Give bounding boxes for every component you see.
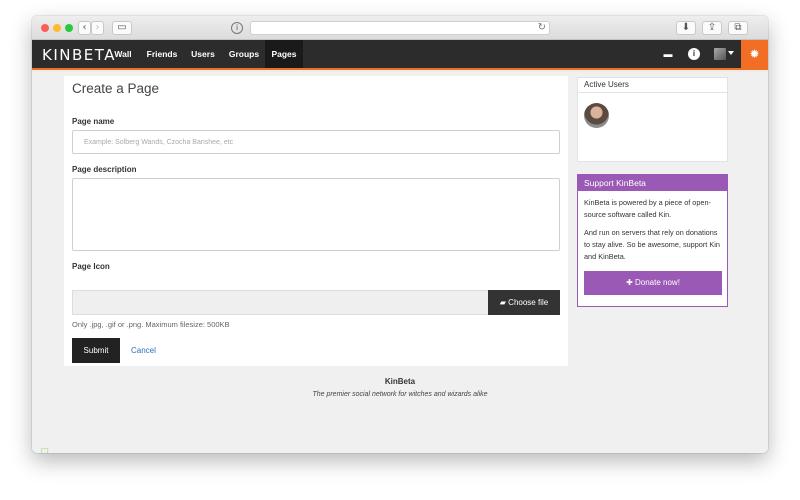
download-button[interactable]: ⬇ bbox=[676, 21, 696, 35]
active-users-panel: Active Users bbox=[577, 77, 728, 162]
nav-groups[interactable]: Groups bbox=[224, 40, 264, 68]
nav-pages[interactable]: Pages bbox=[265, 40, 303, 68]
chevron-right-icon: › bbox=[95, 22, 100, 33]
reload-icon[interactable]: ↻ bbox=[538, 22, 546, 34]
footer-title: KinBeta bbox=[384, 377, 416, 386]
page-name-label: Page name bbox=[72, 117, 115, 126]
cancel-link[interactable]: Cancel bbox=[131, 346, 156, 355]
shield-icon: ⛉ bbox=[41, 448, 49, 453]
address-bar[interactable]: i ↻ bbox=[231, 21, 550, 35]
tabs-icon: ⧉ bbox=[734, 22, 742, 33]
footer-subtitle: The premier social network for witches a… bbox=[312, 391, 488, 398]
user-avatar-small[interactable] bbox=[714, 48, 726, 60]
maximize-window-button[interactable] bbox=[65, 24, 73, 32]
support-panel: Support KinBeta KinBeta is powered by a … bbox=[577, 174, 728, 307]
back-button[interactable]: ‹ bbox=[78, 21, 91, 35]
caret-down-icon[interactable] bbox=[728, 51, 734, 55]
active-user-avatar[interactable] bbox=[584, 103, 609, 128]
browser-window: ‹ › ▭ i ↻ ⬇ ⇪ ⧉ KINBETA Wall Friends Use… bbox=[32, 16, 768, 453]
donate-button[interactable]: ✚ Donate now! bbox=[584, 271, 722, 295]
info-icon[interactable]: i bbox=[231, 22, 243, 34]
gear-icon: ✹ bbox=[749, 47, 760, 61]
choose-file-label: Choose file bbox=[508, 298, 549, 307]
share-button[interactable]: ⇪ bbox=[702, 21, 722, 35]
close-window-button[interactable] bbox=[41, 24, 49, 32]
donate-label: Donate now! bbox=[635, 278, 680, 287]
nav-friends[interactable]: Friends bbox=[142, 40, 182, 68]
file-help-text: Only .jpg, .gif or .png. Maximum filesiz… bbox=[72, 320, 230, 329]
page-title: Create a Page bbox=[72, 81, 160, 96]
support-text-2: And run on servers that rely on donation… bbox=[584, 228, 720, 261]
gift-icon: ✚ bbox=[626, 278, 633, 287]
nav-wall[interactable]: Wall bbox=[108, 40, 138, 68]
page-content: Create a Page Page name Example: Solberg… bbox=[32, 72, 768, 453]
active-users-title: Active Users bbox=[578, 78, 727, 93]
chat-icon[interactable]: ▬ bbox=[662, 48, 674, 60]
page-icon-label: Page Icon bbox=[72, 262, 110, 271]
page-name-placeholder: Example: Solberg Wands, Czocha Banshee, … bbox=[84, 139, 234, 146]
support-title: Support KinBeta bbox=[578, 175, 727, 191]
page-name-input[interactable]: Example: Solberg Wands, Czocha Banshee, … bbox=[72, 130, 560, 154]
download-icon: ⬇ bbox=[681, 22, 691, 33]
share-icon: ⇪ bbox=[707, 22, 717, 33]
site-logo[interactable]: KINBETA bbox=[42, 46, 116, 64]
info-circle-icon[interactable]: i bbox=[688, 48, 700, 60]
page-description-label: Page description bbox=[72, 165, 137, 174]
top-navbar: KINBETA Wall Friends Users Groups Pages … bbox=[32, 40, 768, 70]
sidebar-toggle-button[interactable]: ▭ bbox=[112, 21, 132, 35]
sidebar-icon: ▭ bbox=[117, 22, 127, 33]
settings-button[interactable]: ✹ bbox=[741, 40, 768, 68]
page-description-textarea[interactable] bbox=[72, 178, 560, 251]
browser-titlebar: ‹ › ▭ i ↻ ⬇ ⇪ ⧉ bbox=[32, 16, 768, 40]
forward-button[interactable]: › bbox=[91, 21, 104, 35]
nav-users[interactable]: Users bbox=[186, 40, 220, 68]
support-text-1: KinBeta is powered by a piece of open-so… bbox=[584, 198, 711, 219]
chevron-left-icon: ‹ bbox=[82, 22, 87, 33]
choose-file-button[interactable]: ▰ Choose file bbox=[488, 290, 560, 315]
minimize-window-button[interactable] bbox=[53, 24, 61, 32]
file-path-field[interactable] bbox=[72, 290, 488, 315]
create-page-form: Create a Page Page name Example: Solberg… bbox=[64, 76, 568, 366]
submit-button[interactable]: Submit bbox=[72, 338, 120, 363]
tabs-button[interactable]: ⧉ bbox=[728, 21, 748, 35]
folder-open-icon: ▰ bbox=[499, 298, 506, 307]
